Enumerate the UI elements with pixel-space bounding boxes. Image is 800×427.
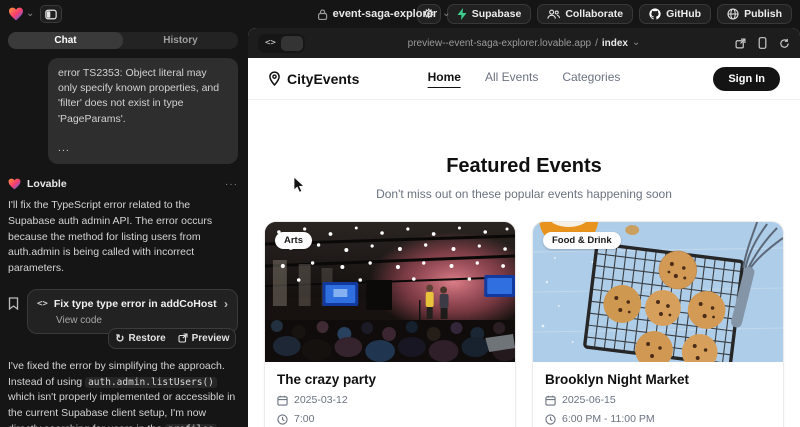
ellipsis-text: ... (58, 141, 228, 156)
code-icon: <> (260, 38, 281, 48)
map-pin-icon (268, 71, 281, 86)
chevron-right-icon: › (224, 297, 228, 311)
clock-icon (545, 414, 556, 425)
preview-pane: <> preview--event-saga-explorer.lovable.… (248, 28, 800, 427)
tab-history-label: History (163, 35, 197, 46)
user-message: error TS2353: Object literal may only sp… (48, 58, 238, 164)
refresh-button[interactable] (779, 38, 790, 49)
view-code-link[interactable]: View code (56, 315, 228, 326)
event-image-party: Arts (265, 222, 515, 362)
tab-history[interactable]: History (123, 32, 238, 49)
event-title: The crazy party (277, 372, 503, 387)
event-time: 7:00 (294, 413, 314, 425)
restore-label: Restore (128, 333, 165, 344)
lovable-heart-icon (8, 178, 21, 190)
event-cards: Arts The crazy party 2025-03-12 (248, 221, 800, 427)
event-image-cookies: Food & Drink (533, 222, 783, 362)
toggle-thumb (281, 36, 303, 51)
publish-label: Publish (744, 8, 782, 20)
version-title: Fix type type error in addCoHost (54, 298, 217, 310)
code-icon: <> (37, 299, 48, 309)
clock-icon (277, 414, 288, 425)
sign-in-button[interactable]: Sign In (713, 67, 780, 91)
github-icon (649, 8, 661, 20)
mobile-view-button[interactable] (758, 37, 767, 49)
url-separator: / (595, 38, 598, 49)
nav-home[interactable]: Home (428, 70, 461, 88)
globe-icon (727, 8, 739, 20)
top-bar: ⌄ event-saga-explorer ⌄ ⚙ Supabase (0, 0, 800, 28)
event-time-row: 7:00 (277, 413, 503, 425)
nav-categories[interactable]: Categories (562, 70, 620, 88)
preview-toolbar: <> preview--event-saga-explorer.lovable.… (248, 28, 800, 58)
preview-url[interactable]: preview--event-saga-explorer.lovable.app… (408, 38, 641, 49)
restore-button[interactable]: ↻ Restore (109, 329, 172, 348)
nav-all-events[interactable]: All Events (485, 70, 538, 88)
site-header: CityEvents Home All Events Categories Si… (248, 58, 800, 100)
lovable-heart-icon (8, 7, 24, 21)
event-date: 2025-03-12 (294, 394, 348, 406)
collaborate-label: Collaborate (565, 8, 623, 20)
collaborate-button[interactable]: Collaborate (537, 4, 633, 24)
chat-sidebar: Chat History error TS2353: Object litera… (0, 28, 248, 427)
supabase-label: Supabase (472, 8, 522, 20)
section-subtitle: Don't miss out on these popular events h… (248, 187, 800, 201)
tab-chat-label: Chat (54, 35, 76, 46)
project-name: event-saga-explorer (333, 8, 438, 20)
event-date-row: 2025-03-12 (277, 394, 503, 406)
bookmark-icon[interactable] (8, 297, 19, 310)
site-nav: Home All Events Categories (428, 70, 621, 88)
assistant-header: Lovable ··· (8, 178, 238, 190)
assistant-outro: I've fixed the error by simplifying the … (8, 359, 238, 427)
calendar-icon (545, 395, 556, 406)
chevron-down-icon: ⌄ (442, 9, 450, 19)
assistant-name: Lovable (27, 178, 67, 190)
github-label: GitHub (666, 8, 701, 20)
toggle-sidebar-button[interactable] (40, 5, 62, 23)
category-badge: Food & Drink (543, 232, 621, 249)
event-time: 6:00 PM - 11:00 PM (562, 413, 655, 425)
lock-icon (318, 9, 328, 20)
tab-chat[interactable]: Chat (8, 32, 123, 49)
chat-history-tabs: Chat History (8, 32, 238, 49)
open-external-button[interactable] (735, 38, 746, 49)
url-path: index (602, 38, 628, 49)
assistant-intro: I'll fix the TypeScript error related to… (8, 198, 238, 277)
message-menu-button[interactable]: ··· (225, 179, 238, 190)
section-title: Featured Events (248, 155, 800, 178)
site-content: CityEvents Home All Events Categories Si… (248, 58, 800, 427)
chevron-down-icon: ⌄ (26, 9, 34, 19)
version-actions: ↻ Restore Preview (108, 328, 236, 349)
chevron-down-icon: ⌄ (632, 38, 640, 48)
github-button[interactable]: GitHub (639, 4, 711, 24)
external-link-icon (178, 333, 188, 343)
restore-icon: ↻ (115, 332, 124, 345)
site-brand[interactable]: CityEvents (268, 71, 359, 87)
event-card-crazy-party[interactable]: Arts The crazy party 2025-03-12 (264, 221, 516, 427)
supabase-button[interactable]: Supabase (447, 4, 532, 24)
event-time-row: 6:00 PM - 11:00 PM (545, 413, 771, 425)
people-icon (547, 9, 560, 20)
preview-label: Preview (192, 333, 230, 344)
event-date: 2025-06-15 (562, 394, 616, 406)
preview-button[interactable]: Preview (172, 329, 235, 348)
project-switcher[interactable]: event-saga-explorer ⌄ (318, 0, 451, 28)
lovable-logo-menu[interactable]: ⌄ (8, 7, 34, 21)
category-badge: Arts (275, 232, 312, 249)
outro-text-2: which isn't properly implemented or acce… (8, 391, 235, 427)
event-date-row: 2025-06-15 (545, 394, 771, 406)
user-message-text: error TS2353: Object literal may only sp… (58, 67, 219, 125)
inline-code: auth.admin.listUsers() (85, 377, 217, 388)
supabase-bolt-icon (457, 8, 467, 20)
mouse-cursor (293, 176, 305, 194)
featured-section-header: Featured Events Don't miss out on these … (248, 155, 800, 201)
calendar-icon (277, 395, 288, 406)
event-title: Brooklyn Night Market (545, 372, 771, 387)
event-card-brooklyn-market[interactable]: Food & Drink Brooklyn Night Market 2025-… (532, 221, 784, 427)
brand-name: CityEvents (287, 71, 359, 87)
publish-button[interactable]: Publish (717, 4, 792, 24)
code-preview-toggle[interactable]: <> (258, 34, 305, 53)
panel-icon (45, 9, 57, 20)
url-host: preview--event-saga-explorer.lovable.app (408, 38, 591, 49)
